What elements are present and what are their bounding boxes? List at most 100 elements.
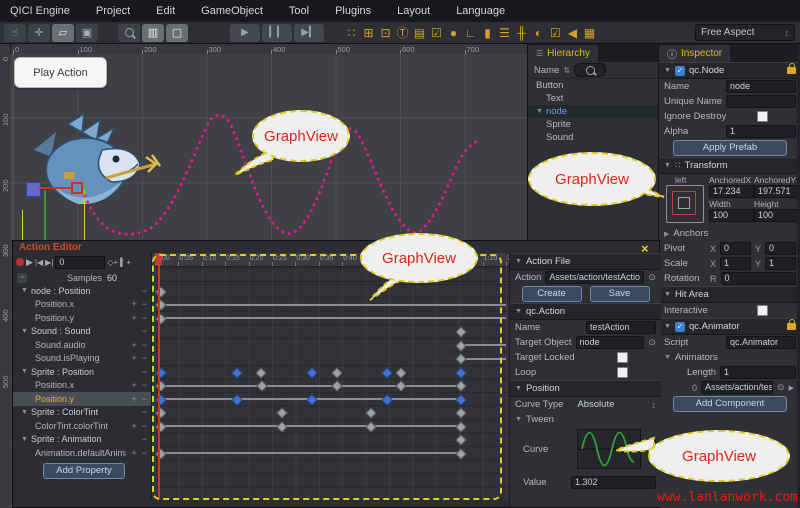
next-key-button[interactable]: ▶| xyxy=(45,258,53,267)
apply-prefab-button[interactable]: Apply Prefab xyxy=(673,140,787,156)
keyframe-diamond[interactable] xyxy=(331,367,342,378)
remove-icon[interactable]: − xyxy=(142,353,147,363)
samples-value[interactable]: 60 xyxy=(107,273,117,283)
target-picker-icon[interactable]: ⊙ xyxy=(777,382,785,393)
create-toggle-icon[interactable]: ☑ xyxy=(428,24,445,42)
anchor-preset-widget[interactable] xyxy=(666,185,704,223)
action-row-sprite-animation[interactable]: ▼Sprite : Animation− xyxy=(13,433,151,447)
action-row-sound-audio[interactable]: Sound.audio+− xyxy=(13,338,151,352)
timeline-area[interactable]: 0:000:050:100:150:200:250:300:350:400:45… xyxy=(151,253,509,499)
keyframe-diamond[interactable] xyxy=(155,286,166,297)
move-tool-button[interactable]: ✛ xyxy=(28,24,50,42)
keyframe-diamond[interactable] xyxy=(381,367,392,378)
action-row-position-y[interactable]: Position.y+− xyxy=(13,392,151,406)
keyframe-diamond[interactable] xyxy=(455,380,466,391)
keyframe-diamond[interactable] xyxy=(155,448,166,459)
keyframe-diamond[interactable] xyxy=(231,367,242,378)
collapse-all-button[interactable]: − xyxy=(17,273,27,283)
add-key-icon[interactable]: + xyxy=(131,313,136,323)
menu-item-language[interactable]: Language xyxy=(456,5,505,17)
target-object-input[interactable]: node xyxy=(576,336,645,349)
create-button[interactable]: Create xyxy=(522,286,582,302)
remove-icon[interactable]: − xyxy=(142,326,147,336)
keyframe-diamond[interactable] xyxy=(276,407,287,418)
remove-icon[interactable]: − xyxy=(142,421,147,431)
remove-icon[interactable]: − xyxy=(142,394,147,404)
collapse-arrow-icon[interactable]: ▼ xyxy=(515,416,522,423)
menu-item-gameobject[interactable]: GameObject xyxy=(201,5,263,17)
collapse-arrow-icon[interactable]: ▼ xyxy=(664,354,671,361)
menu-item-qici-engine[interactable]: QICI Engine xyxy=(10,5,70,17)
keyframe-diamond[interactable] xyxy=(255,367,266,378)
play-animation-button[interactable]: ▶ xyxy=(26,257,33,268)
keyframe-diamond[interactable] xyxy=(455,367,466,378)
frame-input[interactable]: 0 xyxy=(55,256,105,269)
scale-y-input[interactable]: 1 xyxy=(765,257,796,270)
keyframe-diamond[interactable] xyxy=(455,407,466,418)
keyframe-diamond[interactable] xyxy=(395,380,406,391)
lock-icon[interactable] xyxy=(787,323,796,330)
position-header[interactable]: ▼ Position xyxy=(510,380,661,397)
keyframe-diamond[interactable] xyxy=(381,394,392,405)
tab-hierarchy[interactable]: ☰ Hierarchy xyxy=(528,45,598,62)
remove-icon[interactable]: − xyxy=(142,448,147,458)
width-input[interactable]: 100 xyxy=(709,209,755,222)
curve-type-select[interactable]: Absolute xyxy=(577,399,647,410)
collapse-arrow-icon[interactable]: ▼ xyxy=(515,258,522,265)
add-key-icon[interactable]: ▍+ xyxy=(120,258,131,267)
action-file-header[interactable]: ▼ Action File xyxy=(510,253,661,270)
keyframe-diamond[interactable] xyxy=(365,407,376,418)
keyframe-diamond[interactable] xyxy=(155,313,166,324)
keyframe-diamond[interactable] xyxy=(155,299,166,310)
length-input[interactable]: 1 xyxy=(720,366,796,379)
remove-icon[interactable]: − xyxy=(142,367,147,377)
create-progress-icon[interactable]: ◐ xyxy=(530,24,547,42)
action-row-animation-defaultanima[interactable]: Animation.defaultAnima+− xyxy=(13,446,151,460)
keyframe-diamond[interactable] xyxy=(455,353,466,364)
hierarchy-item-node[interactable]: ▼node xyxy=(528,105,659,118)
action-row-sprite-position[interactable]: ▼Sprite : Position− xyxy=(13,365,151,379)
pivot-y-input[interactable]: 0 xyxy=(765,242,796,255)
transform-header[interactable]: ▼ ∷ Transform xyxy=(659,157,800,174)
action-row-position-x[interactable]: Position.x+− xyxy=(13,379,151,393)
remove-icon[interactable]: − xyxy=(142,340,147,350)
play-button[interactable]: ▶ xyxy=(230,24,260,42)
pause-button[interactable]: ▎▎ xyxy=(262,24,292,42)
create-panel-icon[interactable]: ▮ xyxy=(479,24,496,42)
create-sound-icon[interactable]: ◀ xyxy=(564,24,581,42)
remove-icon[interactable]: − xyxy=(142,407,147,417)
anchoredx-input[interactable]: 17.234 xyxy=(709,185,755,198)
create-ui-image-icon[interactable]: ⊞ xyxy=(360,24,377,42)
collapse-arrow-icon[interactable]: ▼ xyxy=(664,162,671,169)
qc-node-header[interactable]: ▼ ✓ qc.Node xyxy=(659,62,800,79)
hierarchy-item-sound[interactable]: Sound xyxy=(528,131,659,144)
keyframe-diamond[interactable] xyxy=(331,380,342,391)
keyframe-diamond[interactable] xyxy=(276,421,287,432)
sort-by-label[interactable]: Name xyxy=(534,65,559,76)
expand-arrow-icon[interactable]: ▼ xyxy=(536,108,543,115)
save-button[interactable]: Save xyxy=(590,286,650,302)
hit-area-header[interactable]: ▼ Hit Area xyxy=(659,286,800,303)
keyframe-diamond[interactable] xyxy=(365,421,376,432)
prev-key-button[interactable]: |◀ xyxy=(35,258,43,267)
action-row-colortint-colortint[interactable]: ColorTint.colorTint+− xyxy=(13,419,151,433)
ignore-destroy-checkbox[interactable] xyxy=(757,111,768,122)
expand-arrow-icon[interactable]: ▶ xyxy=(789,384,794,392)
menu-item-edit[interactable]: Edit xyxy=(156,5,175,17)
keyframe-diamond[interactable] xyxy=(306,367,317,378)
keyframe-diamond[interactable] xyxy=(155,394,166,405)
action-row-node-position[interactable]: ▼node : Position− xyxy=(13,284,151,298)
add-event-icon[interactable]: ◇+ xyxy=(107,258,118,267)
collapse-arrow-icon[interactable]: ▼ xyxy=(21,287,28,294)
script-input[interactable]: qc.Animator xyxy=(726,336,796,349)
menu-item-plugins[interactable]: Plugins xyxy=(335,5,371,17)
pivot-x-input[interactable]: 0 xyxy=(720,242,751,255)
interactive-checkbox[interactable] xyxy=(757,305,768,316)
create-ui-text-icon[interactable]: ▤ xyxy=(411,24,428,42)
record-button[interactable] xyxy=(16,258,24,266)
keyframe-diamond[interactable] xyxy=(306,394,317,405)
keyframe-diamond[interactable] xyxy=(155,421,166,432)
hierarchy-search-input[interactable] xyxy=(574,63,606,77)
add-property-button[interactable]: Add Property xyxy=(43,463,125,479)
create-node-icon[interactable]: ∷ xyxy=(343,24,360,42)
